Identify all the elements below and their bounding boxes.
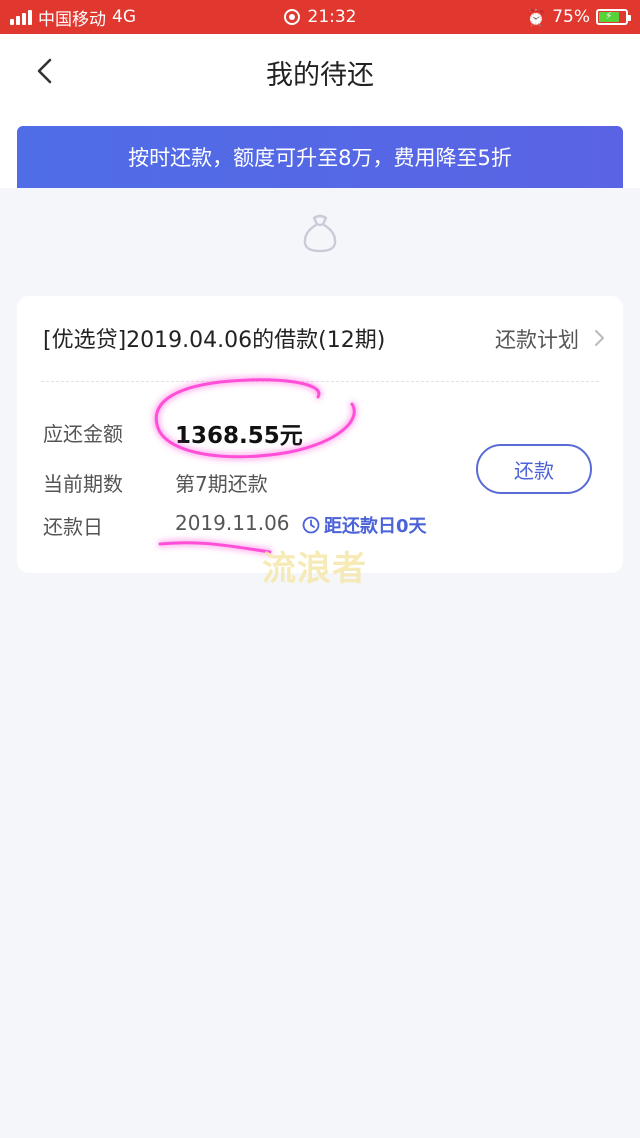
period-value: 第7期还款 [175,472,268,496]
repay-button[interactable]: 还款 [476,444,592,494]
status-right: ⏰ 75% ⚡ [526,0,631,34]
alarm-icon: ⏰ [526,7,547,27]
loan-title: [优选贷]2019.04.06的借款(12期) [43,328,386,353]
battery-percent: 75% [552,7,590,27]
amount-value: 1368.55元 [175,423,303,449]
clock-time: 21:32 [307,7,357,27]
due-date-value: 2019.11.06 [175,511,290,535]
nav-bar: 我的待还 [0,34,640,110]
loan-card: [优选贷]2019.04.06的借款(12期) 还款计划 应还金额 1368.5… [17,296,623,573]
chevron-right-icon[interactable] [593,329,605,347]
repayment-plan-link[interactable]: 还款计划 [495,324,579,354]
countdown-text: 距还款日0天 [324,516,427,537]
amount-label: 应还金额 [43,422,123,446]
money-bag-icon [303,214,337,253]
status-bar: 中国移动 4G 21:32 ⏰ 75% ⚡ [0,0,640,34]
promo-banner[interactable]: 按时还款，额度可升至8万，费用降至5折 [17,126,623,188]
page-title: 我的待还 [266,59,374,91]
watermark-text: 流浪者 [262,549,367,589]
banner-area: 按时还款，额度可升至8万，费用降至5折 [0,110,640,188]
clock-icon [302,516,320,534]
period-label: 当前期数 [43,472,123,496]
screen-record-icon [283,9,300,25]
card-divider [41,381,599,382]
due-countdown: 距还款日0天 [302,512,427,538]
battery-icon: ⚡ [596,9,631,25]
due-date-label: 还款日 [43,515,103,539]
battery-charging-icon: ⚡ [599,12,619,22]
